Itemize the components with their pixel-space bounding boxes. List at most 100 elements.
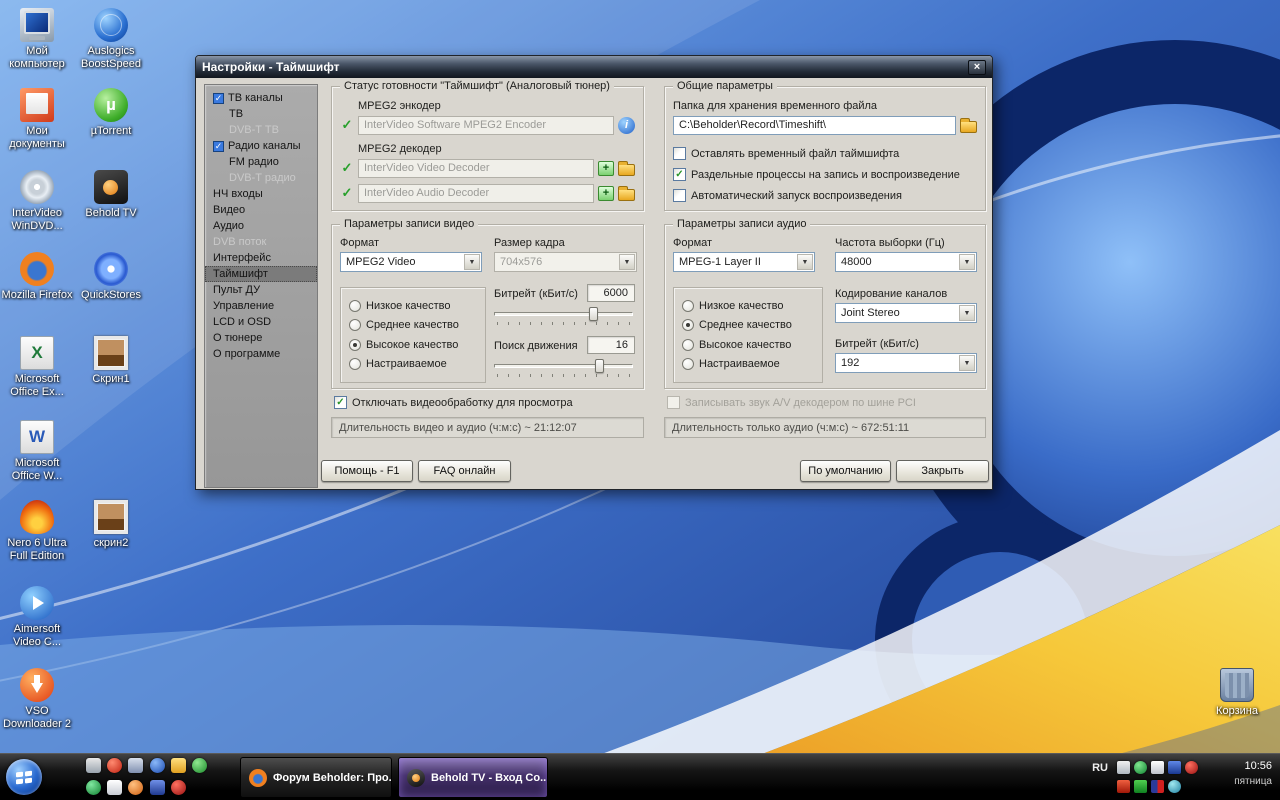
disable-video-processing-checkbox[interactable]: ✓Отключать видеообработку для просмотра	[334, 396, 573, 409]
slider-thumb[interactable]	[589, 307, 598, 321]
chevron-down-icon[interactable]: ▼	[464, 254, 480, 270]
sample-rate-select[interactable]: 48000▼	[835, 252, 977, 272]
blue-app-icon[interactable]	[150, 780, 165, 795]
info-icon[interactable]: i	[618, 117, 635, 134]
tray-status-icon[interactable]	[1134, 780, 1147, 793]
globe-green-icon[interactable]	[86, 780, 101, 795]
desktop-icon-skrin2[interactable]: скрин2	[74, 500, 148, 550]
audio-quality-custom[interactable]: Настраиваемое	[682, 358, 814, 370]
chevron-down-icon[interactable]: ▼	[797, 254, 813, 270]
desktop-icon-utorrent[interactable]: µµTorrent	[74, 88, 148, 138]
chevron-down-icon[interactable]: ▼	[959, 355, 975, 371]
language-indicator[interactable]: RU	[1092, 762, 1108, 774]
nav-item-about-program[interactable]: О программе	[205, 346, 317, 362]
desktop-icon-recycle-bin[interactable]: Корзина	[1200, 668, 1274, 718]
nav-item-radio-channels[interactable]: ✓Радио каналы	[205, 138, 317, 154]
tray-alert-icon[interactable]	[1117, 780, 1130, 793]
select-decoder-icon[interactable]: +	[598, 186, 614, 201]
dialog-titlebar[interactable]: Настройки - Таймшифт ×	[196, 56, 992, 78]
desktop-icon-quickstores[interactable]: QuickStores	[74, 252, 148, 302]
checkbox-icon[interactable]: ✓	[213, 93, 224, 104]
checkbox-icon[interactable]: ✓	[213, 141, 224, 152]
desktop-icon-vso[interactable]: VSO Downloader 2	[0, 668, 74, 731]
audio-format-select[interactable]: MPEG-1 Layer II▼	[673, 252, 815, 272]
tray-flag-icon[interactable]	[1151, 780, 1164, 793]
decoder-folder-icon[interactable]	[618, 164, 635, 176]
motion-search-input[interactable]: 16	[587, 336, 635, 354]
nav-item-fm-radio[interactable]: FM радио	[205, 154, 317, 170]
video-bitrate-slider[interactable]	[494, 307, 633, 325]
close-icon[interactable]: ×	[968, 60, 986, 75]
desktop-icon-windvd[interactable]: InterVideo WinDVD...	[0, 170, 74, 233]
audio-quality-high[interactable]: Высокое качество	[682, 339, 814, 351]
audio-bitrate-select[interactable]: 192▼	[835, 353, 977, 373]
audio-quality-low[interactable]: Низкое качество	[682, 300, 814, 312]
tray-antivirus-icon[interactable]	[1185, 761, 1198, 774]
tray-update-icon[interactable]	[1117, 761, 1130, 774]
video-bitrate-input[interactable]: 6000	[587, 284, 635, 302]
chevron-down-icon: ▼	[619, 254, 635, 270]
chevron-down-icon[interactable]: ▼	[959, 305, 975, 321]
audio-quality-medium[interactable]: Среднее качество	[682, 319, 814, 331]
temp-folder-input[interactable]: C:\Beholder\Record\Timeshift\	[673, 116, 956, 135]
keep-temp-file-checkbox[interactable]: Оставлять временный файл таймшифта	[673, 147, 899, 160]
desktop-icon-word[interactable]: WMicrosoft Office W...	[0, 420, 74, 483]
auto-playback-checkbox[interactable]: Автоматический запуск воспроизведения	[673, 189, 902, 202]
video-quality-high[interactable]: Высокое качество	[349, 339, 477, 351]
orange-app-icon[interactable]	[128, 780, 143, 795]
taskbar-task-behold-tv[interactable]: Behold TV - Вход Со...	[398, 757, 548, 798]
desktop-icon-behold-tv[interactable]: Behold TV	[74, 170, 148, 220]
desktop-icon-firefox[interactable]: Mozilla Firefox	[0, 252, 74, 302]
tray-language-a-icon[interactable]	[1151, 761, 1164, 774]
slider-thumb[interactable]	[595, 359, 604, 373]
nav-item-audio[interactable]: Аудио	[205, 218, 317, 234]
video-quality-medium[interactable]: Среднее качество	[349, 319, 477, 331]
desktop-icon-excel[interactable]: XMicrosoft Office Ex...	[0, 336, 74, 399]
motion-search-slider[interactable]	[494, 359, 633, 377]
green-app-icon[interactable]	[192, 758, 207, 773]
desktop-icon-nero[interactable]: Nero 6 Ultra Full Edition	[0, 500, 74, 563]
tray-network-icon[interactable]	[1168, 761, 1181, 774]
nav-item-control[interactable]: Управление	[205, 298, 317, 314]
nav-item-interface[interactable]: Интерфейс	[205, 250, 317, 266]
nav-item-timeshift[interactable]: Таймшифт	[205, 266, 317, 282]
channel-coding-select[interactable]: Joint Stereo▼	[835, 303, 977, 323]
defaults-button[interactable]: По умолчанию	[800, 460, 891, 482]
nav-item-tv[interactable]: ТВ	[205, 106, 317, 122]
nav-item-lf-inputs[interactable]: НЧ входы	[205, 186, 317, 202]
help-button[interactable]: Помощь - F1	[321, 460, 413, 482]
desktop-icon-skrin1[interactable]: Скрин1	[74, 336, 148, 386]
separate-processes-checkbox[interactable]: ✓Раздельные процессы на запись и воспрои…	[673, 168, 960, 181]
video-quality-low[interactable]: Низкое качество	[349, 300, 477, 312]
tray-utorrent-icon[interactable]	[1134, 761, 1147, 774]
tray-volume-icon[interactable]	[1168, 780, 1181, 793]
nav-item-video[interactable]: Видео	[205, 202, 317, 218]
document-icon[interactable]	[107, 780, 122, 795]
desktop-icon-my-computer[interactable]: Мой компьютер	[0, 8, 74, 71]
opera-icon[interactable]	[107, 758, 122, 773]
video-quality-custom[interactable]: Настраиваемое	[349, 358, 477, 370]
decoder-folder-icon[interactable]	[618, 189, 635, 201]
nav-item-tv-channels[interactable]: ✓ТВ каналы	[205, 90, 317, 106]
nav-item-remote[interactable]: Пульт ДУ	[205, 282, 317, 298]
app-grid-icon[interactable]	[86, 758, 101, 773]
video-format-select[interactable]: MPEG2 Video▼	[340, 252, 482, 272]
floppy-disk-icon[interactable]	[128, 758, 143, 773]
audio-decoder-field: InterVideo Audio Decoder	[358, 184, 594, 203]
faq-button[interactable]: FAQ онлайн	[418, 460, 511, 482]
close-button[interactable]: Закрыть	[896, 460, 989, 482]
nav-item-lcd-osd[interactable]: LCD и OSD	[205, 314, 317, 330]
select-decoder-icon[interactable]: +	[598, 161, 614, 176]
desktop-icon-aimersoft[interactable]: Aimersoft Video C...	[0, 586, 74, 649]
red-app-icon[interactable]	[171, 780, 186, 795]
nav-item-about-tuner[interactable]: О тюнере	[205, 330, 317, 346]
browse-folder-icon[interactable]	[960, 121, 977, 133]
folder-icon[interactable]	[171, 758, 186, 773]
start-button[interactable]	[6, 759, 42, 795]
desktop-icon-auslogics[interactable]: Auslogics BoostSpeed	[74, 8, 148, 71]
taskbar-task-forum[interactable]: Форум Beholder: Про...	[240, 757, 392, 798]
chevron-down-icon[interactable]: ▼	[959, 254, 975, 270]
internet-explorer-icon[interactable]	[150, 758, 165, 773]
taskbar-clock[interactable]: 10:56 пятница	[1234, 760, 1272, 787]
desktop-icon-my-documents[interactable]: Мои документы	[0, 88, 74, 151]
